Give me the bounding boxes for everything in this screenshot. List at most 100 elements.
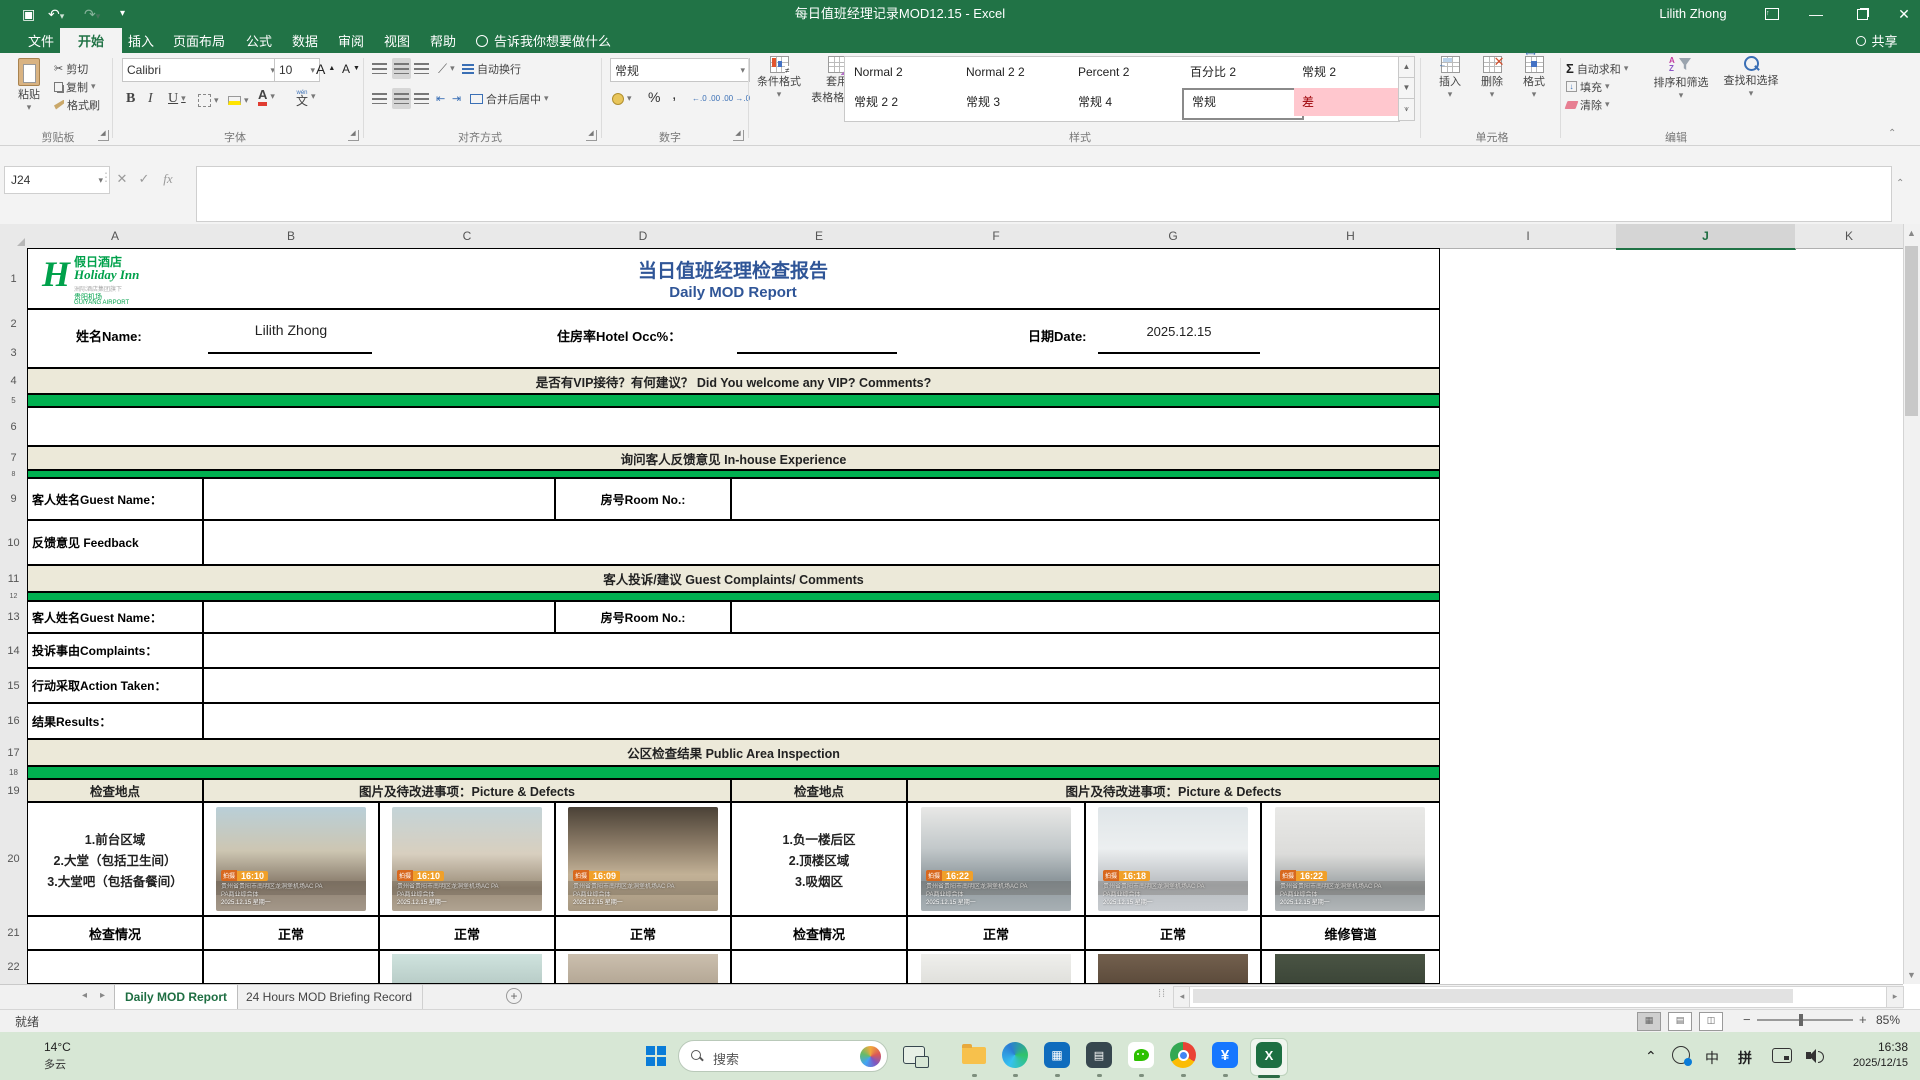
increase-decimal-button[interactable]: ←.0 .00 <box>692 90 720 107</box>
tab-home[interactable]: 开始 <box>60 28 122 53</box>
account-user[interactable]: Lilith Zhong <box>1648 0 1738 28</box>
cell-row22-b[interactable] <box>203 950 379 984</box>
align-bottom-icon[interactable] <box>414 60 429 77</box>
cell-status-header-left[interactable]: 检查情况 <box>27 916 203 950</box>
underline-button[interactable]: U▾ <box>168 90 186 107</box>
col-header-E[interactable]: E <box>731 224 908 249</box>
col-header-G[interactable]: G <box>1085 224 1262 249</box>
page-break-view-icon[interactable]: ◫ <box>1699 1012 1723 1031</box>
cell-action-input[interactable] <box>203 668 1440 703</box>
sheet-nav-left-icon[interactable]: ◂ <box>82 990 87 1001</box>
increase-font-icon[interactable]: A▲ <box>316 60 335 77</box>
zoom-out-icon[interactable]: − <box>1743 1012 1751 1027</box>
task-view-icon[interactable] <box>903 1046 925 1064</box>
find-select-button[interactable]: 查找和选择▾ <box>1716 56 1786 99</box>
redo-icon[interactable]: ↷▾ <box>84 5 100 25</box>
col-header-B[interactable]: B <box>203 224 380 249</box>
row-header-19[interactable]: 19 <box>0 779 28 803</box>
style-bad[interactable]: 差 <box>1294 88 1412 116</box>
merge-center-button[interactable]: 合并后居中▾ <box>470 90 549 107</box>
collapse-formula-bar-icon[interactable]: ⌃ <box>1896 178 1904 189</box>
row-header-3[interactable]: 3 <box>0 338 28 369</box>
fill-color-button[interactable]: ▾ <box>228 92 249 109</box>
bold-button[interactable]: B <box>126 90 135 107</box>
font-color-button[interactable]: A▾ <box>258 88 275 105</box>
enter-icon[interactable]: ✓ <box>134 166 154 192</box>
style-percent-2[interactable]: Percent 2 <box>1070 58 1188 86</box>
cell-guest-name-input-1[interactable] <box>203 478 555 520</box>
gallery-down-icon[interactable]: ▼ <box>1398 77 1415 100</box>
excel-icon[interactable]: X <box>1256 1042 1282 1068</box>
file-explorer-icon[interactable] <box>962 1047 986 1064</box>
autosum-button[interactable]: Σ自动求和▾ <box>1566 60 1628 77</box>
name-value[interactable]: Lilith Zhong <box>203 322 379 338</box>
cell-location-header-left[interactable]: 检查地点 <box>27 779 203 802</box>
align-right-icon[interactable] <box>414 90 429 107</box>
style-changgui-3[interactable]: 常规 3 <box>958 88 1076 116</box>
touchpad-icon[interactable] <box>1772 1048 1792 1063</box>
align-left-icon[interactable] <box>372 90 387 107</box>
copy-button[interactable]: 复制▾ <box>54 78 96 95</box>
scroll-up-icon[interactable]: ▲ <box>1903 228 1920 238</box>
col-header-H[interactable]: H <box>1261 224 1441 249</box>
select-all-corner[interactable] <box>0 224 28 249</box>
increase-indent-icon[interactable]: ⇥ <box>452 90 461 107</box>
zoom-in-icon[interactable]: + <box>1859 1012 1867 1027</box>
cell-status-c[interactable]: 正常 <box>379 916 555 950</box>
page-layout-view-icon[interactable]: ▤ <box>1668 1012 1692 1031</box>
number-dialog-launcher[interactable]: ◢ <box>733 130 744 141</box>
horizontal-scrollbar[interactable] <box>1189 986 1888 1008</box>
gallery-more-icon[interactable]: ⩛ <box>1398 98 1415 121</box>
col-header-I[interactable]: I <box>1440 224 1617 249</box>
zoom-slider[interactable] <box>1757 1019 1853 1021</box>
volume-icon[interactable] <box>1806 1048 1824 1064</box>
sort-filter-button[interactable]: AZ 排序和筛选▾ <box>1648 56 1714 101</box>
paste-button[interactable]: 粘贴▾ <box>6 58 52 113</box>
style-changgui-2[interactable]: 常规 2 <box>1294 58 1412 86</box>
section-public-area-header[interactable]: 公区检查结果 Public Area Inspection <box>27 739 1440 766</box>
cell-row22-a[interactable] <box>27 950 203 984</box>
start-button[interactable] <box>646 1046 666 1066</box>
number-format-combo[interactable]: 常规▾ <box>610 58 750 82</box>
row-header-6[interactable]: 6 <box>0 407 28 447</box>
clear-button[interactable]: 清除▾ <box>1566 96 1610 113</box>
style-normal-2-2[interactable]: Normal 2 2 <box>958 58 1076 86</box>
wrap-text-button[interactable]: 自动换行 <box>462 60 521 77</box>
style-changgui-4[interactable]: 常规 4 <box>1070 88 1188 116</box>
orientation-icon[interactable]: ⟋▾ <box>438 60 455 77</box>
cell-status-b[interactable]: 正常 <box>203 916 379 950</box>
row-header-7[interactable]: 7 <box>0 446 28 471</box>
italic-button[interactable]: I <box>148 90 153 107</box>
share-button[interactable]: 共享 <box>1836 28 1918 53</box>
format-painter-button[interactable]: 格式刷 <box>54 96 100 113</box>
col-header-K[interactable]: K <box>1795 224 1904 249</box>
cell-vip-answer[interactable] <box>27 407 1440 446</box>
cell-areas-right[interactable]: 1.负一楼后区 2.顶楼区域 3.吸烟区 <box>731 802 907 916</box>
close-button[interactable]: ✕ <box>1884 0 1920 28</box>
fill-button[interactable]: ↓填充▾ <box>1566 78 1610 95</box>
collapse-ribbon-icon[interactable]: ⌃ <box>1888 128 1896 139</box>
row-header-2[interactable]: 2 <box>0 309 28 339</box>
hscroll-right-icon[interactable]: ▸ <box>1886 986 1904 1008</box>
cell-feedback-input[interactable] <box>203 520 1440 565</box>
format-cells-button[interactable]: ⟷ 格式▾ <box>1514 56 1554 100</box>
align-center-icon[interactable] <box>392 88 411 109</box>
decrease-decimal-button[interactable]: .00 →.0 <box>722 90 750 107</box>
row-header-21[interactable]: 21 <box>0 916 28 951</box>
clipboard-dialog-launcher[interactable]: ◢ <box>98 130 109 141</box>
cell-guest-name-label-1[interactable]: 客人姓名Guest Name： <box>27 478 203 520</box>
sheet-nav-right-icon[interactable]: ▸ <box>100 990 105 1001</box>
row-header-10[interactable]: 10 <box>0 520 28 566</box>
cell-location-header-right[interactable]: 检查地点 <box>731 779 907 802</box>
accounting-format-button[interactable]: ▾ <box>612 90 632 107</box>
formula-input[interactable] <box>196 166 1892 222</box>
col-header-A[interactable]: A <box>27 224 204 249</box>
save-icon[interactable]: ▣ <box>22 5 35 23</box>
row-header-18[interactable]: 18 <box>0 766 28 780</box>
row-header-1[interactable]: 1 <box>0 248 28 310</box>
conditional-formatting-button[interactable]: ≠ 条件格式▾ <box>752 56 806 100</box>
ribbon-display-options-icon[interactable]: ↑ <box>1752 0 1792 28</box>
zoom-level[interactable]: 85% <box>1876 1013 1900 1027</box>
section-vip-header[interactable]: 是否有VIP接待？有何建议？ Did You welcome any VIP? … <box>27 368 1440 394</box>
style-baifenbi-2[interactable]: 百分比 2 <box>1182 58 1300 86</box>
